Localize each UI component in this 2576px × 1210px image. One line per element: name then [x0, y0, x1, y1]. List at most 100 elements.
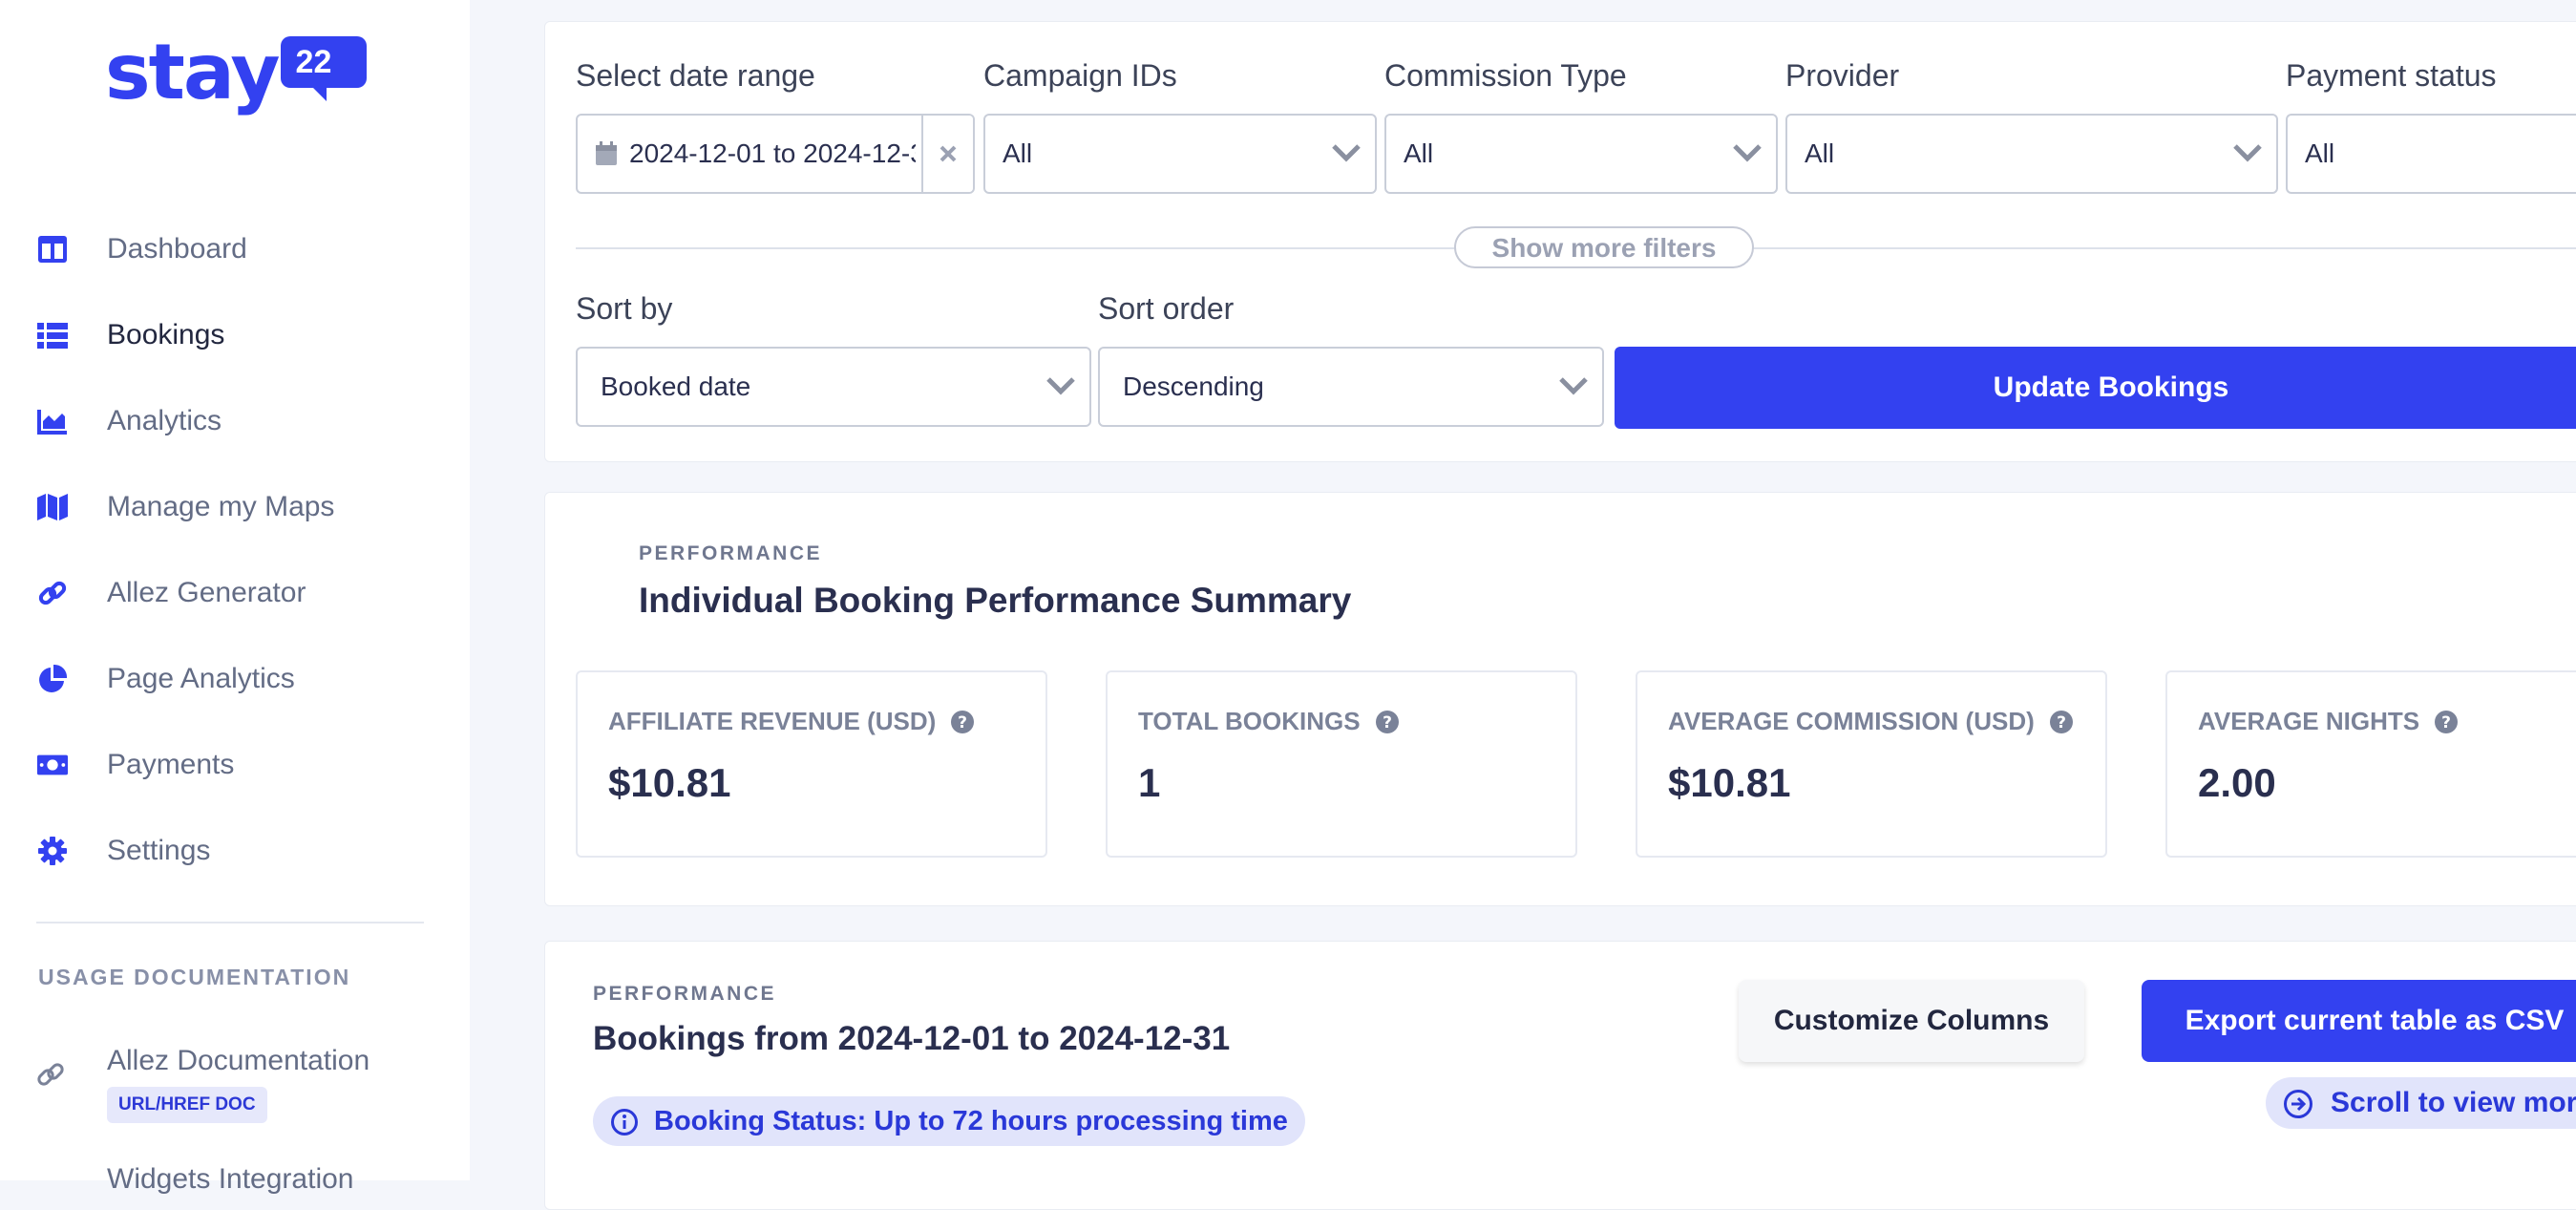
customize-columns-button[interactable]: Customize Columns	[1739, 980, 2084, 1062]
stat-label: AVERAGE NIGHTS	[2198, 707, 2420, 735]
stat-card-average-nights: AVERAGE NIGHTS ? 2.00	[2165, 670, 2576, 858]
sidebar-item-label: Analytics	[107, 405, 222, 436]
sidebar-item-label: Allez Generator	[107, 577, 306, 608]
export-csv-button[interactable]: Export current table as CSV	[2142, 980, 2576, 1062]
performance-summary-card: PERFORMANCE Individual Booking Performan…	[544, 492, 2576, 906]
sidebar-nav: Dashboard Bookings Analytics Manage my M…	[0, 206, 470, 894]
svg-text:?: ?	[2441, 713, 2451, 732]
section-eyebrow: PERFORMANCE	[593, 983, 777, 1005]
svg-text:?: ?	[1383, 713, 1392, 732]
link-icon	[36, 1060, 65, 1093]
sidebar-item-label: Dashboard	[107, 233, 247, 265]
logo-wordmark: stay	[105, 28, 281, 117]
chevron-down-icon	[2233, 144, 2262, 162]
dashboard-icon	[36, 233, 69, 265]
area-chart-icon	[36, 405, 69, 437]
stat-card-affiliate-revenue: AFFILIATE REVENUE (USD) ? $10.81	[576, 670, 1047, 858]
stat-card-total-bookings: TOTAL BOOKINGS ? 1	[1106, 670, 1577, 858]
calendar-icon	[595, 141, 618, 166]
bookings-table-card: PERFORMANCE Bookings from 2024-12-01 to …	[544, 941, 2576, 1210]
stay22-logo[interactable]: stay 22	[105, 34, 367, 111]
link-icon	[36, 577, 69, 609]
sidebar-item-label: Page Analytics	[107, 663, 295, 694]
stat-label: AVERAGE COMMISSION (USD)	[1668, 707, 2035, 735]
svg-text:?: ?	[958, 713, 967, 732]
stat-value: 2.00	[2198, 760, 2276, 805]
sidebar-divider	[36, 922, 424, 923]
sort-order-label: Sort order	[1098, 291, 1235, 326]
commission-label: Commission Type	[1384, 58, 1627, 93]
provider-select[interactable]: All	[1785, 114, 2278, 194]
sidebar-item-label: Allez Documentation	[107, 1045, 370, 1076]
stat-value: $10.81	[608, 760, 731, 805]
section-eyebrow: PERFORMANCE	[639, 542, 823, 564]
date-range-label: Select date range	[576, 58, 815, 93]
clear-date-button[interactable]	[921, 116, 973, 192]
sidebar: stay 22 Dashboard Bookings Analytics Man…	[0, 0, 470, 1195]
campaign-label: Campaign IDs	[983, 58, 1177, 93]
stat-card-average-commission: AVERAGE COMMISSION (USD) ? $10.81	[1636, 670, 2107, 858]
sidebar-item-analytics[interactable]: Analytics	[0, 378, 470, 464]
campaign-select[interactable]: All	[983, 114, 1377, 194]
logo-badge: 22	[280, 36, 367, 101]
update-bookings-button[interactable]: Update Bookings	[1615, 347, 2576, 429]
sidebar-item-label: Manage my Maps	[107, 491, 335, 522]
sidebar-item-label: Bookings	[107, 319, 225, 350]
close-icon	[940, 145, 957, 162]
list-icon	[36, 319, 69, 351]
stat-value: $10.81	[1668, 760, 1791, 805]
sidebar-item-maps[interactable]: Manage my Maps	[0, 464, 470, 550]
date-range-input[interactable]: 2024-12-01 to 2024-12-31	[576, 114, 975, 194]
section-title: Individual Booking Performance Summary	[639, 581, 1352, 620]
campaign-value: All	[1003, 138, 1033, 168]
sort-order-select[interactable]: Descending	[1098, 347, 1604, 427]
sidebar-item-label: Payments	[107, 749, 235, 780]
provider-value: All	[1805, 138, 1835, 168]
commission-select[interactable]: All	[1384, 114, 1778, 194]
sort-by-value: Booked date	[601, 371, 751, 401]
stat-label: TOTAL BOOKINGS	[1138, 707, 1361, 735]
sidebar-item-label: Settings	[107, 835, 211, 866]
sidebar-item-widgets-integration[interactable]: Widgets Integration	[107, 1163, 353, 1196]
filters-card: Select date range 2024-12-01 to 2024-12-…	[544, 21, 2576, 462]
svg-text:?: ?	[2057, 713, 2066, 732]
sidebar-item-dashboard[interactable]: Dashboard	[0, 206, 470, 292]
section-title: Bookings from 2024-12-01 to 2024-12-31	[593, 1020, 1231, 1057]
commission-value: All	[1404, 138, 1434, 168]
booking-status-text: Booking Status: Up to 72 hours processin…	[654, 1105, 1288, 1136]
help-icon[interactable]: ?	[951, 710, 975, 733]
booking-status-notice: Booking Status: Up to 72 hours processin…	[593, 1096, 1305, 1146]
stat-label: AFFILIATE REVENUE (USD)	[608, 707, 937, 735]
chevron-down-icon	[1559, 377, 1588, 395]
sidebar-item-allez-generator[interactable]: Allez Generator	[0, 550, 470, 636]
sidebar-item-settings[interactable]: Settings	[0, 808, 470, 894]
arrow-right-circle-icon	[2283, 1089, 2313, 1127]
scroll-hint-text: Scroll to view more	[2331, 1087, 2576, 1118]
help-icon[interactable]: ?	[2049, 710, 2073, 733]
chevron-down-icon	[1733, 144, 1762, 162]
help-icon[interactable]: ?	[1375, 710, 1399, 733]
payment-select[interactable]: All	[2286, 114, 2576, 194]
gear-icon	[36, 835, 69, 867]
payment-value: All	[2305, 138, 2335, 168]
pie-chart-icon	[36, 663, 69, 695]
provider-label: Provider	[1785, 58, 1900, 93]
stat-value: 1	[1138, 760, 1161, 805]
money-icon	[36, 749, 69, 781]
sort-by-label: Sort by	[576, 291, 673, 326]
sort-order-value: Descending	[1123, 371, 1264, 401]
sidebar-item-payments[interactable]: Payments	[0, 722, 470, 808]
date-range-value: 2024-12-01 to 2024-12-31	[629, 138, 916, 168]
chevron-down-icon	[1332, 144, 1361, 162]
help-icon[interactable]: ?	[2435, 710, 2459, 733]
payment-label: Payment status	[2286, 58, 2497, 93]
chevron-down-icon	[1046, 377, 1075, 395]
sidebar-item-bookings[interactable]: Bookings	[0, 292, 470, 378]
doc-type-badge: URL/HREF DOC	[107, 1087, 267, 1123]
scroll-to-view-more-button[interactable]: Scroll to view more	[2266, 1077, 2576, 1129]
sidebar-item-page-analytics[interactable]: Page Analytics	[0, 636, 470, 722]
sidebar-item-allez-documentation[interactable]: Allez Documentation URL/HREF DOC	[0, 1031, 470, 1136]
show-more-filters-button[interactable]: Show more filters	[1454, 226, 1754, 268]
docs-heading: USAGE DOCUMENTATION	[38, 965, 351, 989]
sort-by-select[interactable]: Booked date	[576, 347, 1091, 427]
